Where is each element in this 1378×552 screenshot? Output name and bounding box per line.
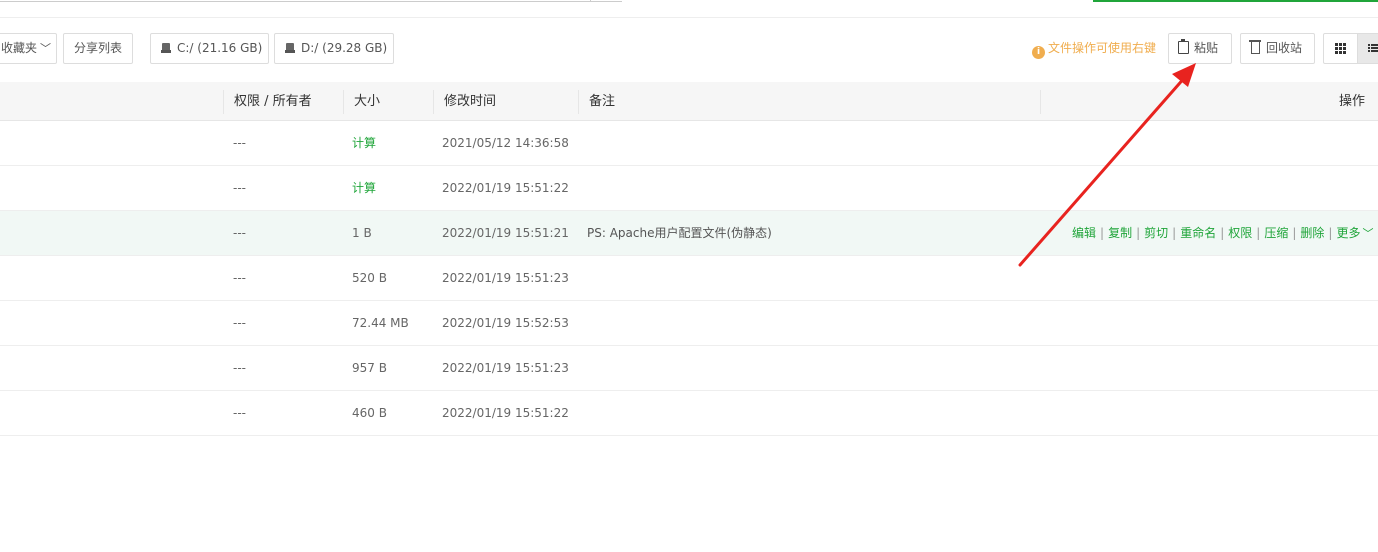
cut-action[interactable]: 剪切 [1144,226,1168,240]
toolbar: 收藏夹 ﹀ 分享列表 C:/ (21.16 GB) D:/ (29.28 GB) … [0,33,1378,65]
view-toggle [1323,33,1378,64]
cell-mtime: 2022/01/19 15:51:21 [442,226,569,240]
paste-button[interactable]: 粘贴 [1168,33,1232,64]
share-list-button[interactable]: 分享列表 [63,33,133,64]
action-separator: | [1100,226,1105,240]
table-row[interactable]: --- 520 B 2022/01/19 15:51:23 [0,256,1378,301]
cell-perm[interactable]: --- [233,301,246,345]
cell-note[interactable]: PS: Apache用户配置文件(伪静态) [587,211,772,255]
table-header: 权限 / 所有者 大小 修改时间 备注 操作 [0,82,1378,121]
cell-mtime: 2022/01/19 15:51:23 [442,361,569,375]
column-header-mtime[interactable]: 修改时间 [433,90,496,114]
column-header-ops: 操作 [1338,94,1365,109]
divider [0,17,1378,18]
list-view-icon [1368,44,1378,53]
edit-action[interactable]: 编辑 [1072,226,1096,240]
trash-icon [1249,40,1261,54]
chevron-down-icon: ﹀ [1362,227,1374,240]
table-row[interactable]: --- 计算 2022/01/19 15:51:22 [0,166,1378,211]
row-actions: 编辑 | 复制 | 剪切 | 重命名 | 权限 | 压缩 | 删除 | 更多 ﹀ [1072,211,1373,255]
recycle-bin-button[interactable]: 回收站 [1240,33,1315,64]
right-click-tip: i 文件操作可使用右键 [1032,33,1156,64]
more-label: 更多 [1336,226,1361,240]
copy-action[interactable]: 复制 [1108,226,1132,240]
cell-size-calc[interactable]: 计算 [352,121,376,165]
action-separator: | [1136,226,1141,240]
cell-size-calc[interactable]: 计算 [352,166,376,210]
more-action[interactable]: 更多 ﹀ [1336,226,1373,240]
action-separator: | [1172,226,1177,240]
favorites-button[interactable]: 收藏夹 ﹀ [0,33,57,64]
disk-d-button[interactable]: D:/ (29.28 GB) [274,33,394,64]
list-view-button[interactable] [1357,34,1378,63]
paste-label: 粘贴 [1194,41,1219,55]
table-row-hovered[interactable]: --- 1 B 2022/01/19 15:51:21 PS: Apache用户… [0,211,1378,256]
disk-icon [161,43,171,53]
grid-view-icon [1335,43,1346,54]
top-strip [0,0,1378,18]
cell-perm[interactable]: --- [233,166,246,210]
recycle-label: 回收站 [1266,41,1303,55]
table-row[interactable]: --- 460 B 2022/01/19 15:51:22 [0,391,1378,436]
disk-d-label: D:/ (29.28 GB) [301,41,388,55]
compress-action[interactable]: 压缩 [1264,226,1288,240]
table-row[interactable]: --- 计算 2021/05/12 14:36:58 [0,121,1378,166]
disk-c-button[interactable]: C:/ (21.16 GB) [150,33,269,64]
cell-mtime: 2022/01/19 15:51:22 [442,406,569,420]
rename-action[interactable]: 重命名 [1180,226,1216,240]
search-input-edge[interactable] [1093,0,1378,2]
disk-c-label: C:/ (21.16 GB) [177,41,263,55]
column-header-note: 备注 [578,90,615,114]
favorites-label: 收藏夹 [1,41,38,55]
info-icon: i [1032,46,1045,59]
action-separator: | [1328,226,1333,240]
grid-view-button[interactable] [1324,34,1357,63]
cell-perm[interactable]: --- [233,211,246,255]
cell-size: 520 B [352,271,387,285]
action-separator: | [1256,226,1261,240]
cell-size: 1 B [352,226,372,240]
cell-mtime: 2022/01/19 15:51:22 [442,181,569,195]
cell-mtime: 2022/01/19 15:51:23 [442,271,569,285]
cell-size: 957 B [352,361,387,375]
action-separator: | [1292,226,1297,240]
cell-size: 460 B [352,406,387,420]
cell-mtime: 2021/05/12 14:36:58 [442,136,569,150]
column-divider [1040,90,1041,114]
table-row[interactable]: --- 72.44 MB 2022/01/19 15:52:53 [0,301,1378,346]
file-table-body: --- 计算 2021/05/12 14:36:58 --- 计算 2022/0… [0,121,1378,436]
chevron-down-icon: ﹀ [40,42,52,55]
cell-size: 72.44 MB [352,316,409,330]
cell-perm[interactable]: --- [233,256,246,300]
delete-action[interactable]: 删除 [1300,226,1324,240]
cell-perm[interactable]: --- [233,346,246,390]
disk-icon [285,43,295,53]
cell-mtime: 2022/01/19 15:52:53 [442,316,569,330]
clipboard-icon [1178,39,1189,54]
permission-action[interactable]: 权限 [1228,226,1252,240]
cell-perm[interactable]: --- [233,121,246,165]
share-list-label: 分享列表 [74,41,123,55]
action-separator: | [1220,226,1225,240]
tip-text: 文件操作可使用右键 [1048,41,1157,55]
cell-perm[interactable]: --- [233,391,246,435]
column-header-size[interactable]: 大小 [343,90,380,114]
table-row[interactable]: --- 957 B 2022/01/19 15:51:23 [0,346,1378,391]
column-header-perm[interactable]: 权限 / 所有者 [223,90,312,114]
address-input-edge[interactable] [0,0,622,2]
